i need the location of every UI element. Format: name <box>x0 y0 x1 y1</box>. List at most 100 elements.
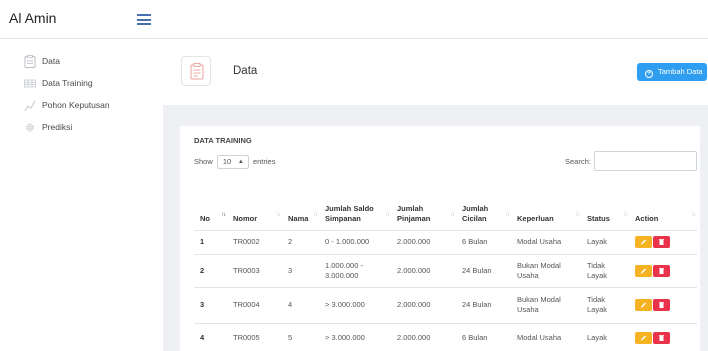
cell-nomor: TR0002 <box>227 230 282 255</box>
cell-cicilan: 6 Bulan <box>456 323 511 351</box>
cell-nama: 5 <box>282 323 319 351</box>
column-header-status[interactable]: Status ↑↓ <box>581 178 629 231</box>
cell-keperluan: Bukan Modal Usaha <box>511 254 581 288</box>
cell-action <box>629 287 697 324</box>
add-data-button[interactable]: + Tambah Data <box>637 63 707 81</box>
sort-icon: ↑↓ <box>313 211 318 218</box>
edit-button[interactable] <box>635 332 652 344</box>
cell-saldo: 0 - 1.000.000 <box>319 230 391 255</box>
sidebar-item-data[interactable]: Data <box>0 53 163 71</box>
edit-button[interactable] <box>635 299 652 311</box>
cell-nama: 3 <box>282 254 319 288</box>
sort-icon: ↑↓ <box>450 211 455 218</box>
sort-icon: ↑↓ <box>575 211 580 218</box>
edit-button[interactable] <box>635 236 652 248</box>
cell-nama: 4 <box>282 287 319 324</box>
cell-pinjaman: 2.000.000 <box>391 323 456 351</box>
cell-nama: 2 <box>282 230 319 255</box>
cell-keperluan: Bukan Modal Usaha <box>511 287 581 324</box>
cell-action <box>629 323 697 351</box>
sidebar: Data Data Training Pohon Keputusan Predi… <box>0 39 163 351</box>
cell-status: Layak <box>581 230 629 255</box>
top-navbar: Al Amin <box>0 0 708 39</box>
cell-status: Tidak Layak <box>581 254 629 288</box>
cell-status: Layak <box>581 323 629 351</box>
delete-button[interactable] <box>653 264 670 277</box>
column-header-pinjaman[interactable]: Jumlah Pinjaman ↑↓ <box>391 178 456 231</box>
app-brand[interactable]: Al Amin <box>9 10 56 26</box>
table-header-row: No ↑↓ Nomor ↑↓ Nama ↑↓ Jumlah Saldo Simpana… <box>194 178 697 231</box>
select-caret-icon: ▲ <box>237 159 244 165</box>
cell-no: 2 <box>194 254 227 288</box>
cell-keperluan: Modal Usaha <box>511 230 581 255</box>
cell-no: 3 <box>194 287 227 324</box>
cell-cicilan: 24 Bulan <box>456 287 511 324</box>
cell-status: Tidak Layak <box>581 287 629 324</box>
add-data-label: Tambah Data <box>658 67 703 76</box>
table-row: 4 TR0005 5 > 3.000.000 2.000.000 6 Bulan… <box>194 323 697 351</box>
delete-button[interactable] <box>653 299 670 311</box>
sidebar-item-label: Data <box>42 56 60 66</box>
cell-nomor: TR0005 <box>227 323 282 351</box>
sort-icon: ↑↓ <box>691 211 696 218</box>
menu-toggle-icon[interactable] <box>137 14 151 25</box>
page-title: Data <box>233 65 258 77</box>
column-header-action[interactable]: Action ↑↓ <box>629 178 697 231</box>
clipboard-icon <box>181 56 211 86</box>
sidebar-item-prediksi[interactable]: Prediksi <box>0 119 163 137</box>
table-row: 3 TR0004 4 > 3.000.000 2.000.000 24 Bula… <box>194 287 697 324</box>
sidebar-item-label: Data Training <box>42 78 93 88</box>
cell-pinjaman: 2.000.000 <box>391 230 456 255</box>
cell-nomor: TR0003 <box>227 254 282 288</box>
delete-button[interactable] <box>653 332 670 344</box>
cell-action <box>629 254 697 288</box>
column-header-cicilan[interactable]: Jumlah Cicilan ↑↓ <box>456 178 511 231</box>
clipboard-icon <box>24 55 36 68</box>
edit-button[interactable] <box>635 264 652 277</box>
entries-select-value: 10 <box>222 157 232 166</box>
sort-icon: ↑↓ <box>385 211 390 218</box>
chart-line-icon <box>24 99 36 112</box>
cell-no: 4 <box>194 323 227 351</box>
delete-button[interactable] <box>653 236 670 248</box>
cell-cicilan: 24 Bulan <box>456 254 511 288</box>
data-training-card: DATA TRAINING Show 10 ▲ entries Search: … <box>180 126 700 351</box>
table-row: 1 TR0002 2 0 - 1.000.000 2.000.000 6 Bul… <box>194 230 697 255</box>
cell-saldo: 1.000.000 - 3.000.000 <box>319 254 391 288</box>
table-row: 2 TR0003 3 1.000.000 - 3.000.000 2.000.0… <box>194 254 697 288</box>
column-header-nama[interactable]: Nama ↑↓ <box>282 178 319 231</box>
sidebar-item-pohon-keputusan[interactable]: Pohon Keputusan <box>0 97 163 115</box>
cell-keperluan: Modal Usaha <box>511 323 581 351</box>
entries-length-control: Show 10 ▲ entries <box>194 155 275 169</box>
sort-icon: ↑↓ <box>505 211 510 218</box>
cell-saldo: > 3.000.000 <box>319 287 391 324</box>
gear-icon <box>24 121 36 134</box>
entries-label: entries <box>252 157 276 166</box>
cell-cicilan: 6 Bulan <box>456 230 511 255</box>
sort-icon: ↑↓ <box>221 211 226 218</box>
sort-icon: ↑↓ <box>276 211 281 218</box>
search-input[interactable] <box>594 151 697 171</box>
data-table: No ↑↓ Nomor ↑↓ Nama ↑↓ Jumlah Saldo Simpana… <box>194 178 697 351</box>
column-header-saldo[interactable]: Jumlah Saldo Simpanan ↑↓ <box>319 178 391 231</box>
sidebar-item-label: Prediksi <box>42 122 73 132</box>
column-header-no[interactable]: No ↑↓ <box>194 178 227 231</box>
search-label: Search: <box>565 157 591 166</box>
cell-pinjaman: 2.000.000 <box>391 254 456 288</box>
show-label: Show <box>194 157 213 166</box>
column-header-nomor[interactable]: Nomor ↑↓ <box>227 178 282 231</box>
entries-select[interactable]: 10 ▲ <box>216 155 249 169</box>
table-icon <box>24 77 36 90</box>
card-title: DATA TRAINING <box>194 136 252 145</box>
sidebar-item-label: Pohon Keputusan <box>42 100 110 110</box>
sidebar-item-data-training[interactable]: Data Training <box>0 75 163 93</box>
cell-pinjaman: 2.000.000 <box>391 287 456 324</box>
cell-nomor: TR0004 <box>227 287 282 324</box>
cell-action <box>629 230 697 255</box>
sort-icon: ↑↓ <box>623 211 628 218</box>
page-header: Data + Tambah Data <box>163 39 708 105</box>
cell-saldo: > 3.000.000 <box>319 323 391 351</box>
plus-circle-icon: + <box>645 70 653 78</box>
cell-no: 1 <box>194 230 227 255</box>
column-header-keperluan[interactable]: Keperluan ↑↓ <box>511 178 581 231</box>
